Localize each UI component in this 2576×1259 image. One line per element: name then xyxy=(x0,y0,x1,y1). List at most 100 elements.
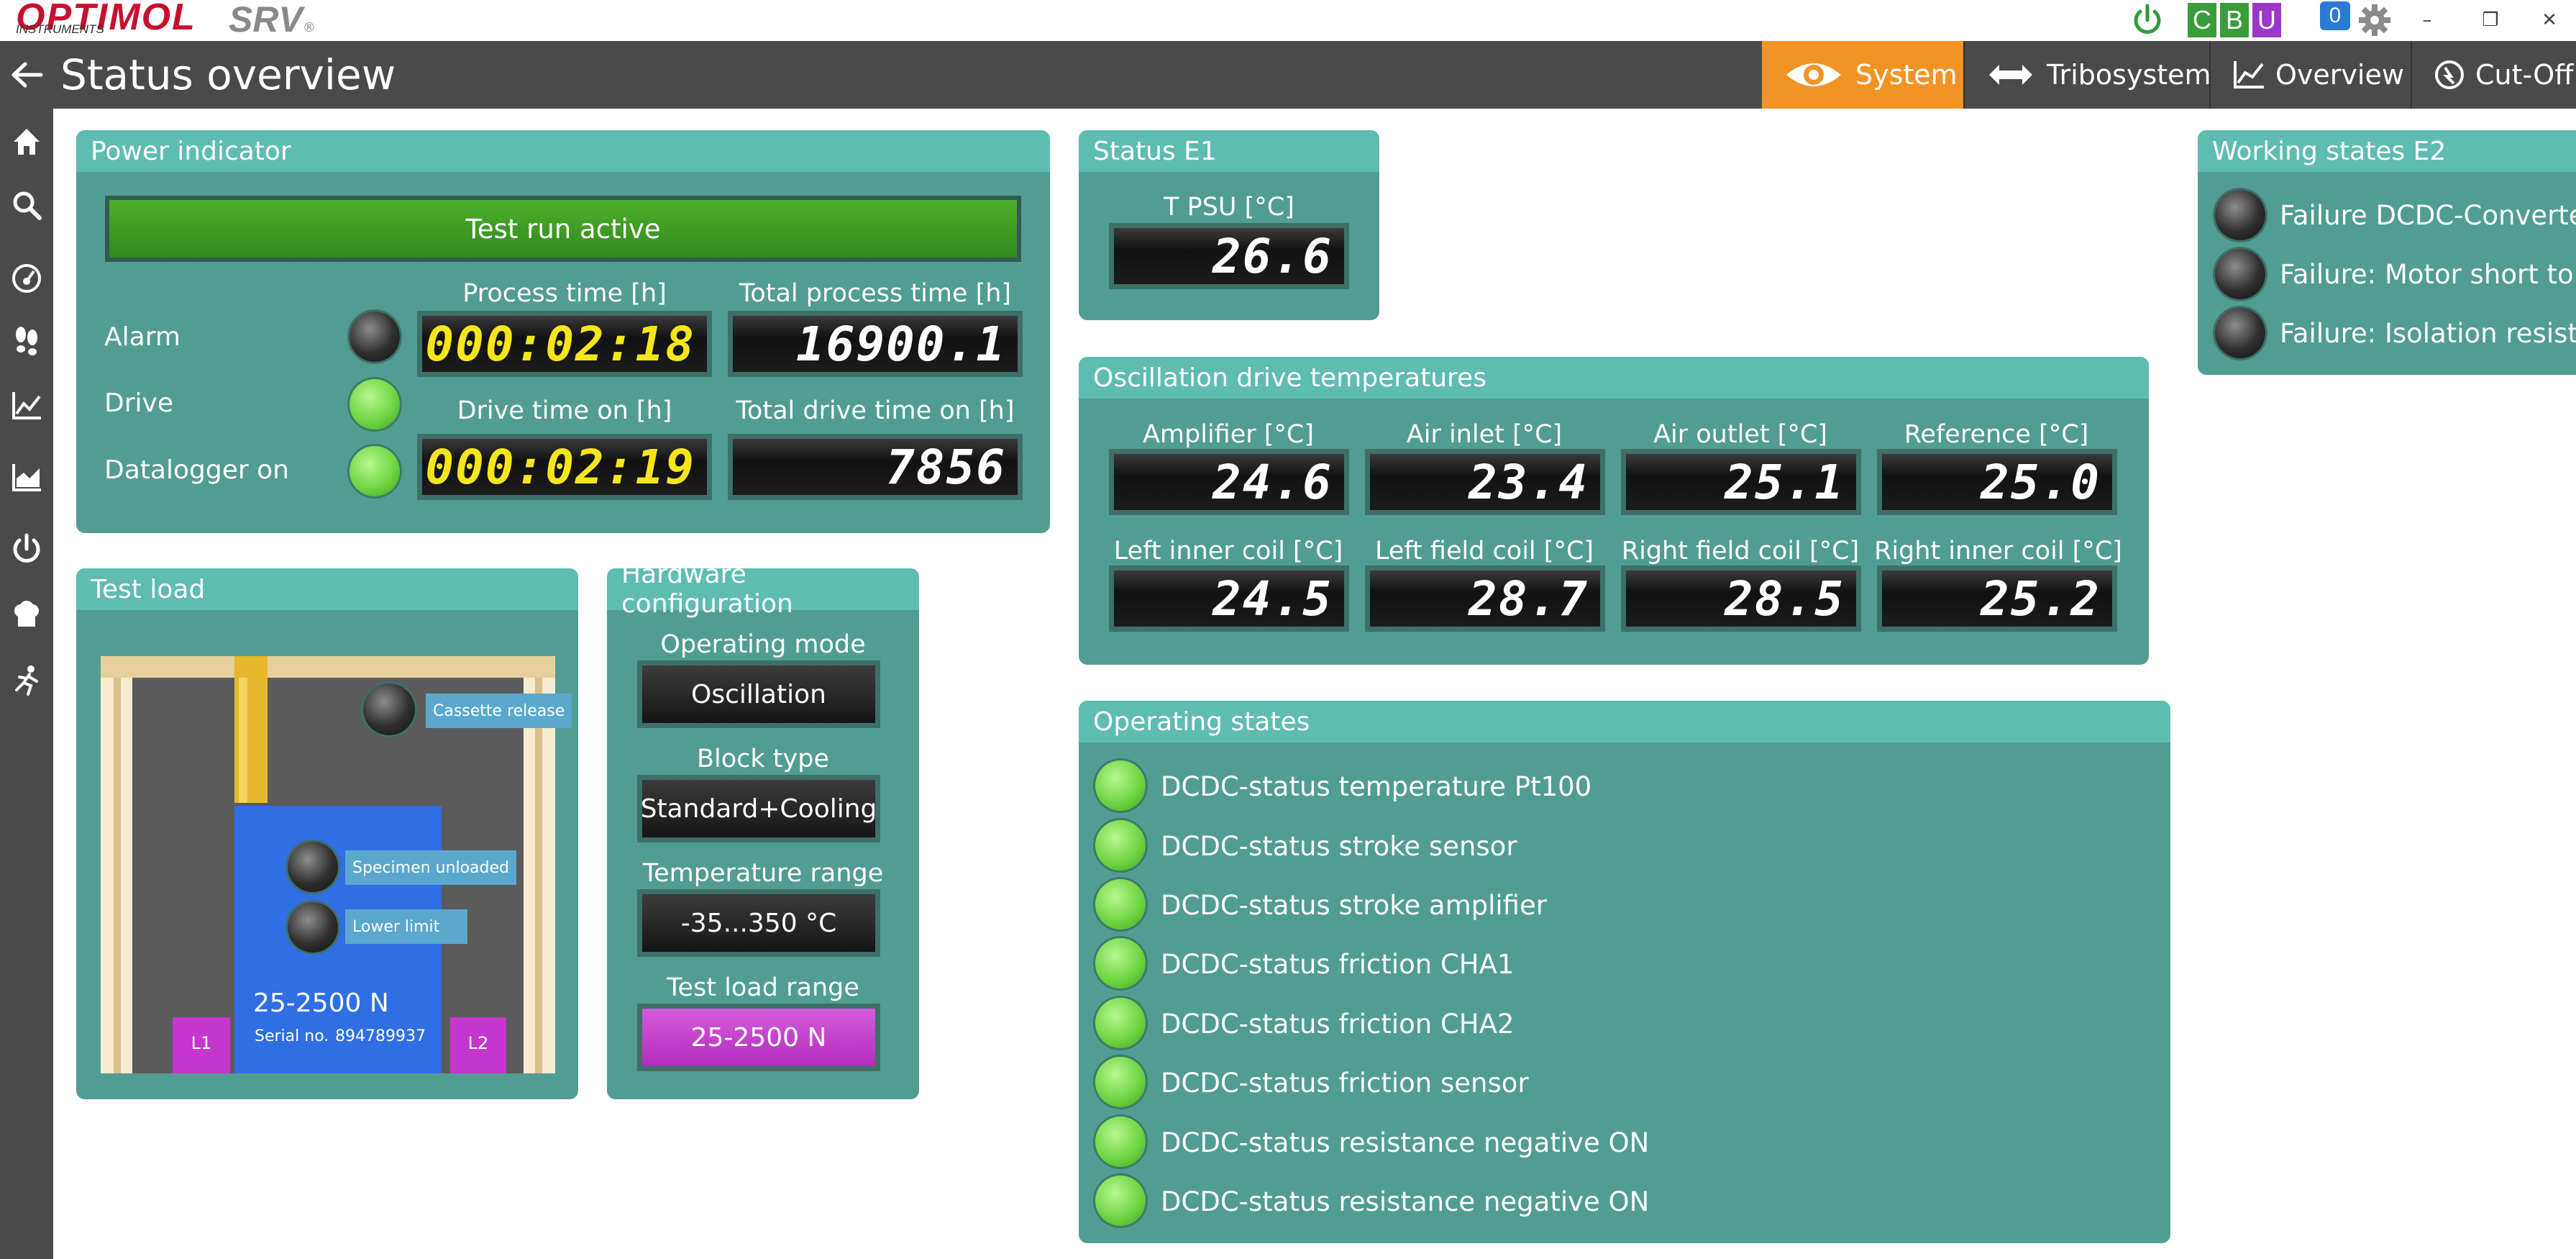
datalogger-label: Datalogger on xyxy=(104,455,289,485)
air-outlet-display: 25.1 xyxy=(1621,449,1861,515)
serial-label: Serial no. xyxy=(255,1027,329,1045)
test-run-banner: Test run active xyxy=(105,196,1021,262)
search-icon[interactable] xyxy=(0,181,53,229)
total-process-time-label: Total process time [h] xyxy=(739,279,1012,308)
test-load-range-label: Test load range xyxy=(667,973,859,1002)
gauge-icon[interactable] xyxy=(0,255,53,302)
reference-display: 25.0 xyxy=(1877,449,2117,515)
power-indicator-title: Power indicator xyxy=(76,130,1050,172)
right-field-coil-display: 28.5 xyxy=(1621,565,1861,632)
srv-logo: SRV® xyxy=(229,0,316,40)
alarm-label: Alarm xyxy=(104,322,181,352)
footprints-icon[interactable] xyxy=(0,317,53,364)
failure-isolation-indicator xyxy=(2215,308,2265,358)
datalogger-indicator xyxy=(350,446,400,496)
restore-button[interactable]: ❐ xyxy=(2472,3,2508,37)
status-e1-title: Status E1 xyxy=(1079,130,1379,172)
reference-label: Reference [°C] xyxy=(1904,420,2089,449)
tab-system[interactable]: System xyxy=(1762,41,1963,109)
operating-state-label: DCDC-status friction sensor xyxy=(1161,1068,1529,1099)
t-psu-label: T PSU [°C] xyxy=(1164,193,1294,222)
operating-state-indicator xyxy=(1095,998,1146,1048)
drive-time-display: 000:02:19 xyxy=(417,434,712,500)
amplifier-label: Amplifier [°C] xyxy=(1142,420,1315,449)
test-load-range-value: 25-2500 N xyxy=(637,1004,880,1071)
left-field-coil-label: Left field coil [°C] xyxy=(1374,537,1594,565)
operating-state-label: DCDC-status friction CHA1 xyxy=(1161,949,1515,980)
tab-system-label: System xyxy=(1855,59,1958,91)
t-psu-display: 26.6 xyxy=(1109,223,1349,289)
test-load-title: Test load xyxy=(76,568,578,610)
double-arrow-icon xyxy=(1986,60,2035,89)
temperature-range-value: -35...350 °C xyxy=(637,889,880,957)
tab-overview-label: Overview xyxy=(2275,59,2404,91)
block-type-label: Block type xyxy=(697,745,829,773)
total-process-time-display: 16900.1 xyxy=(728,311,1023,377)
area-chart-icon[interactable] xyxy=(0,453,53,501)
tab-cut-off-label: Cut-Off xyxy=(2475,59,2574,91)
l1-label: L1 xyxy=(191,1033,212,1053)
tab-cut-off[interactable]: Cut-Off xyxy=(2412,41,2576,109)
operating-state-label: DCDC-status resistance negative ON xyxy=(1161,1186,1650,1217)
tab-overview[interactable]: Overview xyxy=(2211,41,2411,109)
left-inner-coil-label: Left inner coil [°C] xyxy=(1113,537,1343,565)
lower-limit-label: Lower limit xyxy=(345,909,467,944)
operating-states-title: Operating states xyxy=(1079,701,2170,742)
working-states-e2-title: Working states E2 xyxy=(2198,130,2576,172)
c-badge[interactable]: C xyxy=(2188,3,2216,37)
close-button[interactable]: ✕ xyxy=(2531,3,2567,37)
failure-motor-indicator xyxy=(2215,249,2265,299)
air-inlet-label: Air inlet [°C] xyxy=(1406,420,1563,449)
l2-label: L2 xyxy=(467,1033,489,1053)
left-field-coil-display: 28.7 xyxy=(1365,565,1605,632)
operating-state-indicator xyxy=(1095,760,1146,811)
gear-icon[interactable] xyxy=(2357,3,2392,37)
power-status-icon[interactable] xyxy=(2130,3,2165,37)
specimen-unloaded-label: Specimen unloaded xyxy=(345,850,516,885)
alarm-indicator xyxy=(350,312,400,362)
operating-state-indicator xyxy=(1095,938,1146,988)
cassette-release-label: Cassette release xyxy=(426,694,572,728)
chart-icon xyxy=(2232,60,2265,90)
minimize-button[interactable]: – xyxy=(2409,3,2445,37)
back-arrow-icon[interactable] xyxy=(0,41,53,109)
operating-state-indicator xyxy=(1095,820,1146,871)
load-range-label: 25-2500 N xyxy=(253,988,389,1018)
chef-hat-icon[interactable] xyxy=(0,591,53,639)
operating-state-indicator xyxy=(1095,1057,1146,1107)
b-badge[interactable]: B xyxy=(2220,3,2249,37)
process-time-label: Process time [h] xyxy=(462,279,667,308)
right-inner-coil-display: 25.2 xyxy=(1877,565,2117,632)
operating-state-label: DCDC-status resistance negative ON xyxy=(1161,1127,1650,1158)
notification-icon[interactable]: 0 xyxy=(2320,1,2350,30)
tab-tribosystem-label: Tribosystem xyxy=(2047,59,2211,91)
lower-limit-indicator xyxy=(288,902,338,953)
operating-state-label: DCDC-status temperature Pt100 xyxy=(1161,771,1592,802)
process-time-display: 000:02:18 xyxy=(417,311,712,377)
drive-indicator xyxy=(350,379,400,429)
operating-state-label: DCDC-status stroke amplifier xyxy=(1161,890,1547,921)
cassette-release-indicator xyxy=(363,683,415,735)
hardware-title: Hardware configuration xyxy=(607,560,919,619)
u-badge[interactable]: U xyxy=(2252,3,2281,37)
page-title: Status overview xyxy=(60,50,396,99)
right-field-coil-label: Right field coil [°C] xyxy=(1621,537,1860,565)
specimen-unloaded-indicator xyxy=(288,842,338,892)
line-chart-icon[interactable] xyxy=(0,381,53,429)
oscillation-title: Oscillation drive temperatures xyxy=(1079,357,2149,399)
eye-icon xyxy=(1783,58,1844,92)
operating-state-indicator xyxy=(1095,1176,1146,1226)
air-inlet-display: 23.4 xyxy=(1365,449,1605,515)
total-drive-time-display: 7856 xyxy=(728,434,1023,500)
serial-number: 894789937 xyxy=(335,1027,426,1045)
failure-isolation-label: Failure: Isolation resistanc xyxy=(2280,318,2576,349)
block-type-value: Standard+Cooling xyxy=(637,775,880,842)
home-icon[interactable] xyxy=(0,118,53,165)
operating-state-indicator xyxy=(1095,1117,1146,1167)
drive-label: Drive xyxy=(104,388,173,418)
running-person-icon[interactable] xyxy=(0,656,53,704)
power-icon[interactable] xyxy=(0,525,53,573)
temperature-range-label: Temperature range xyxy=(642,859,884,888)
tab-tribosystem[interactable]: Tribosystem xyxy=(1965,41,2211,109)
left-inner-coil-display: 24.5 xyxy=(1109,565,1349,632)
